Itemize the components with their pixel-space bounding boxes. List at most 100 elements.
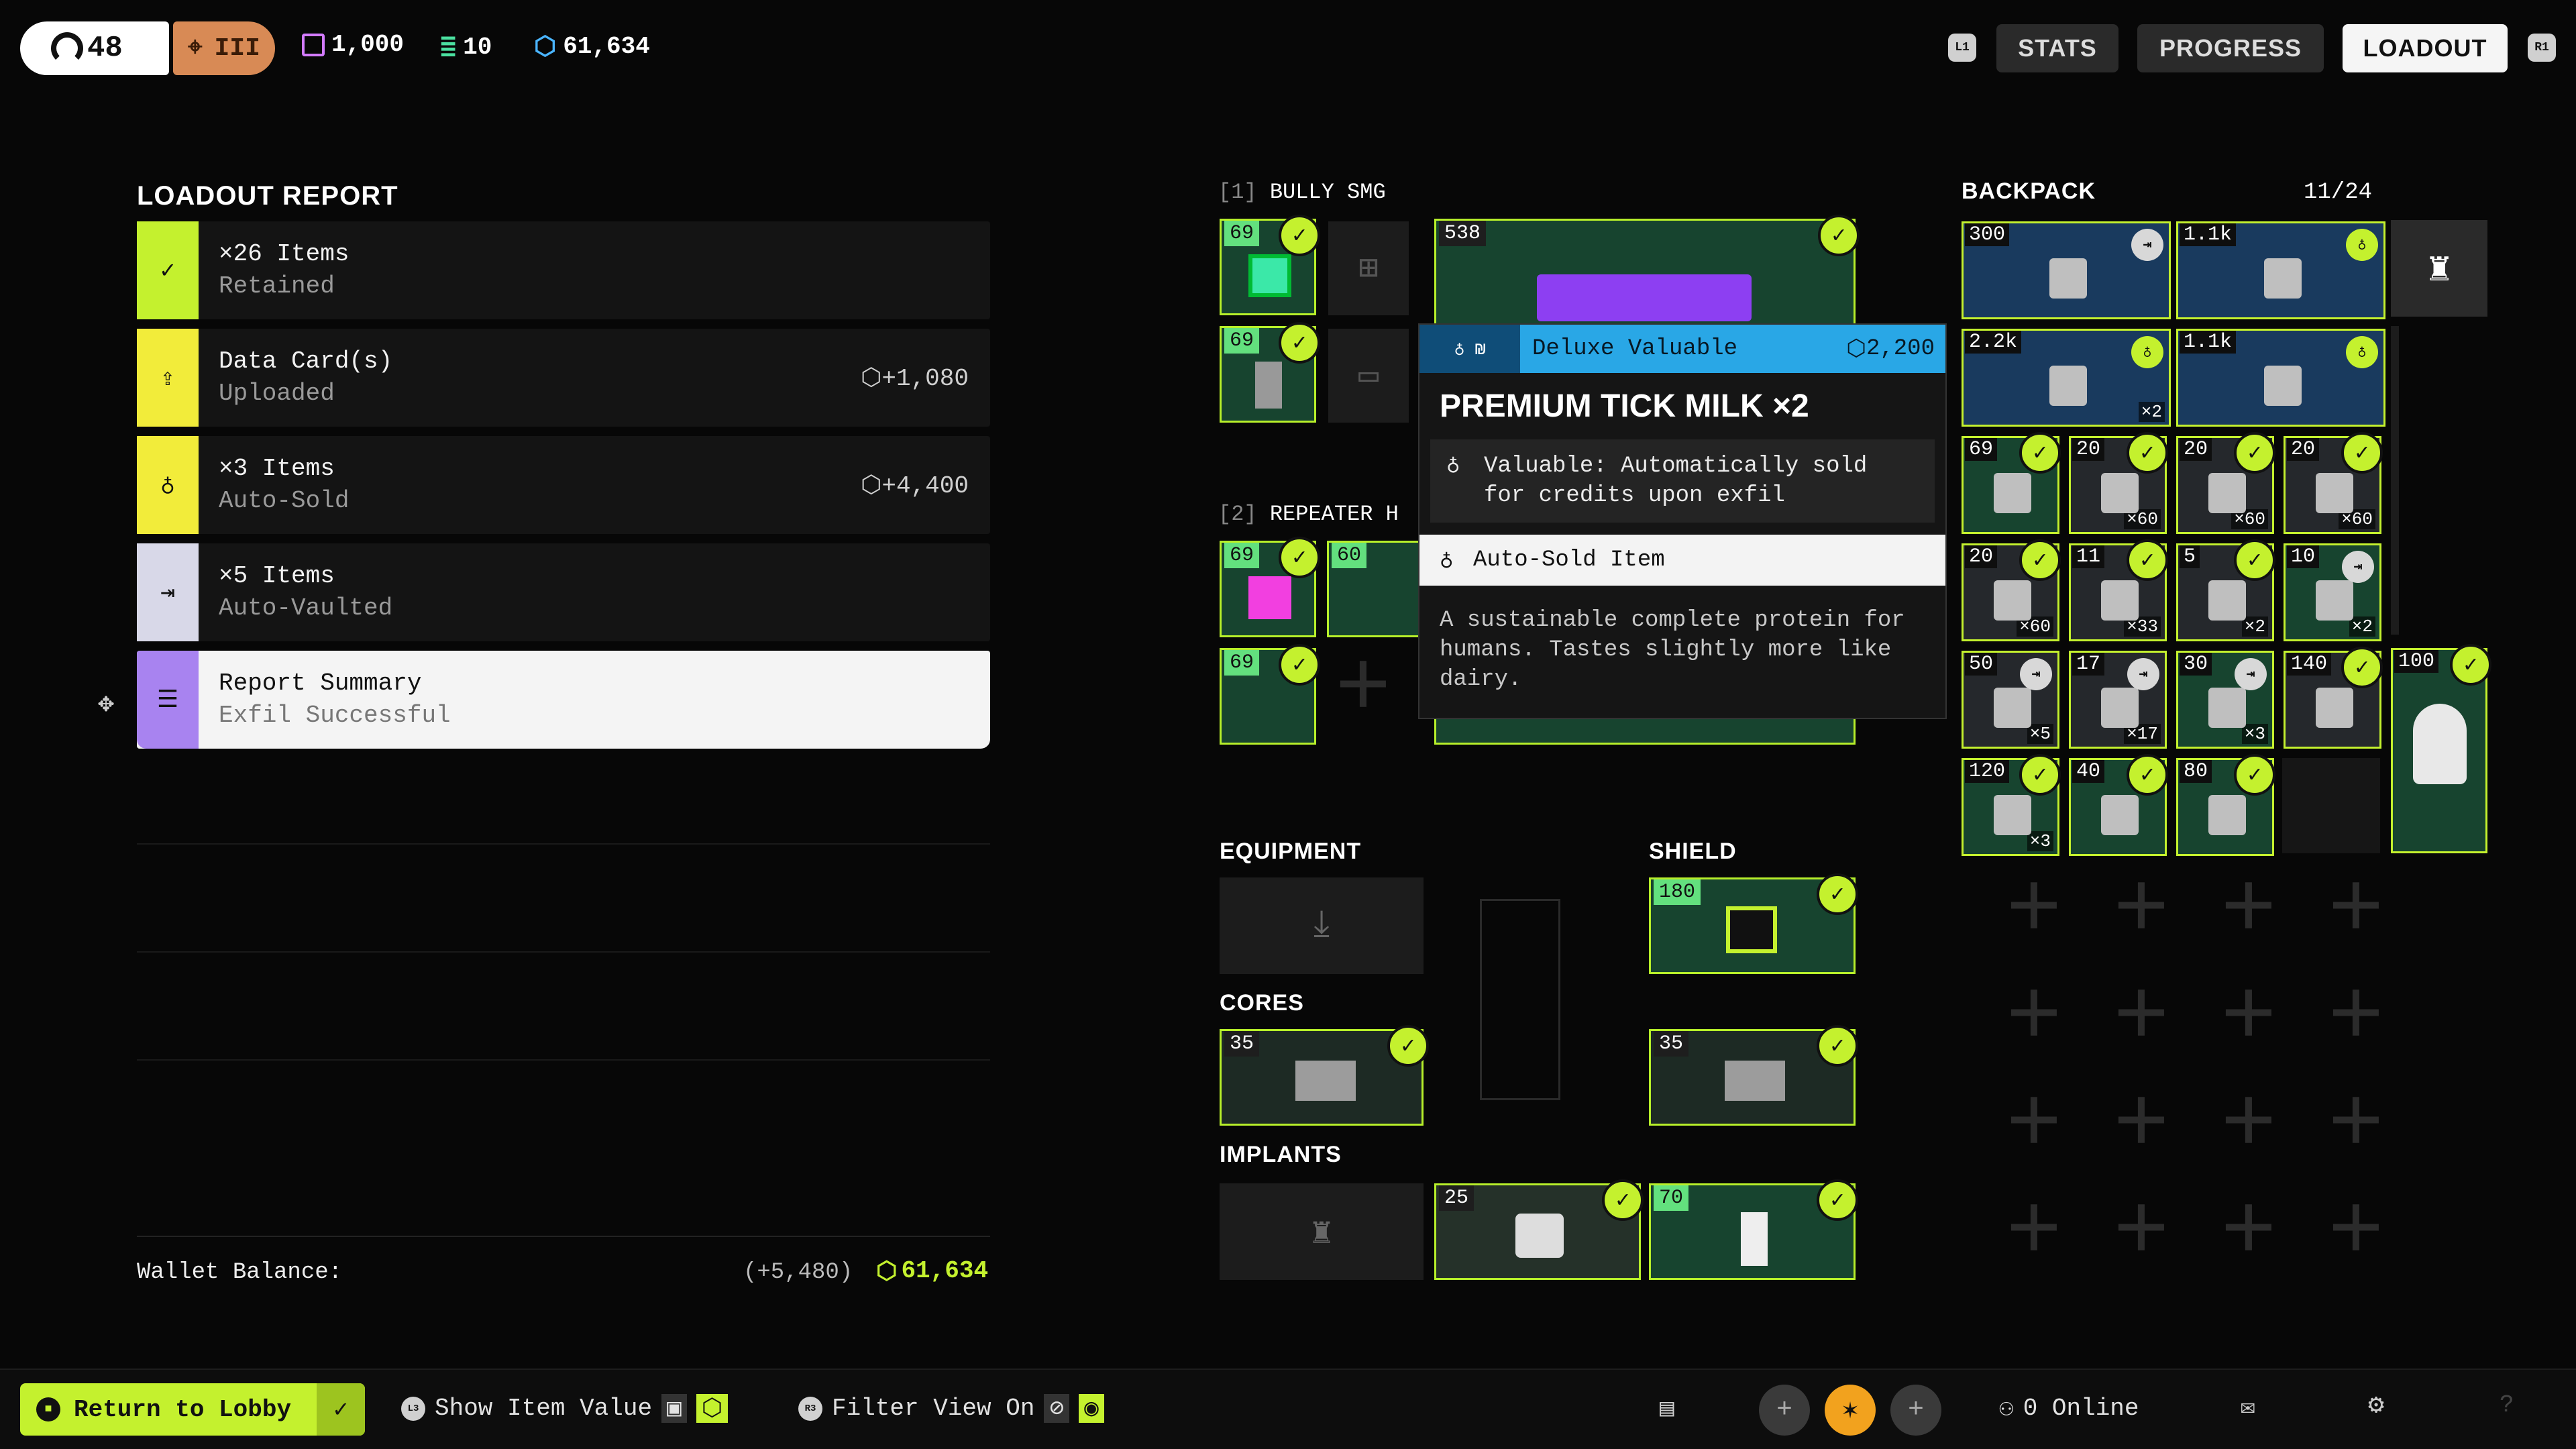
backpack-item-slot[interactable]: 1.1k ♁ xyxy=(2176,221,2385,319)
item-quantity: ×2 xyxy=(2241,616,2268,637)
item-price: 20 xyxy=(2180,438,2212,461)
check-badge-icon: ✓ xyxy=(2341,647,2383,688)
equipment-slot[interactable]: ⤓ xyxy=(1220,877,1424,974)
vault-badge-icon: ⇥ xyxy=(2342,551,2374,583)
empty-backpack-slot[interactable] xyxy=(2282,758,2380,853)
item-price: 120 xyxy=(1965,760,2010,783)
item-icon xyxy=(2316,688,2353,728)
item-price: 69 xyxy=(1224,543,1260,568)
weapon1-name: BULLY SMG xyxy=(1269,180,1386,205)
empty-slot-plus-icon: + xyxy=(2113,859,2170,965)
backpack-item-slot[interactable]: 17 ×17 ⇥ xyxy=(2069,651,2167,749)
backpack-label: BACKPACK xyxy=(1962,178,2096,204)
eye-icon: ◉ xyxy=(1079,1394,1104,1423)
backpack-item-slot[interactable]: 50 ×5 ⇥ xyxy=(1962,651,2059,749)
list-icon: ☰ xyxy=(137,651,199,749)
backpack-character-button[interactable]: ♜ xyxy=(2391,220,2487,317)
item-price: 140 xyxy=(2287,653,2332,676)
check-badge-icon: ✓ xyxy=(2234,432,2275,474)
online-count[interactable]: ⚇ 0 Online xyxy=(1999,1394,2139,1423)
item-icon xyxy=(1994,795,2031,835)
add-party-slot-button[interactable]: + xyxy=(1890,1385,1941,1436)
return-label: Return to Lobby xyxy=(74,1395,292,1424)
report-row-autosold[interactable]: ♁ ×3 Items Auto-Sold ⬡+4,400 xyxy=(137,436,990,534)
check-badge-icon: ✓ xyxy=(1279,537,1320,578)
tooltip-tag: Deluxe Valuable xyxy=(1532,336,1738,362)
backpack-item-slot[interactable]: 30 ×3 ⇥ xyxy=(2176,651,2274,749)
item-quantity: ×3 xyxy=(2241,724,2268,744)
row-subtitle: Uploaded xyxy=(219,380,335,407)
check-badge-icon: ✓ xyxy=(2127,754,2168,796)
item-price: 20 xyxy=(2072,438,2105,461)
check-badge-icon: ✓ xyxy=(1817,1179,1858,1221)
player-avatar[interactable]: ✶ xyxy=(1825,1385,1876,1436)
check-badge-icon: ✓ xyxy=(2019,754,2061,796)
backpack-item-slot[interactable]: 10 ×2 ⇥ xyxy=(2284,543,2381,641)
help-icon[interactable]: ? xyxy=(2500,1391,2514,1419)
item-icon xyxy=(2101,795,2139,835)
tooltip-auto-sold: Auto-Sold Item xyxy=(1473,547,1665,573)
core-cube-icon xyxy=(1725,1061,1785,1101)
item-price: 69 xyxy=(1224,328,1260,354)
mail-icon[interactable]: ✉ xyxy=(2241,1393,2255,1421)
item-price: 20 xyxy=(1965,545,1998,568)
settings-gear-icon[interactable]: ⚙ xyxy=(2368,1389,2384,1421)
show-item-value-toggle[interactable]: L3 Show Item Value ▣ ⬡ xyxy=(401,1394,729,1423)
item-price: 538 xyxy=(1439,221,1487,246)
backpack-scrollbar[interactable] xyxy=(2391,326,2399,635)
add-party-slot-button[interactable]: + xyxy=(1759,1385,1810,1436)
report-row-datacards[interactable]: ⇪ Data Card(s) Uploaded ⬡+1,080 xyxy=(137,329,990,427)
item-price: 1.1k xyxy=(2180,223,2237,246)
item-price: 20 xyxy=(2287,438,2320,461)
weapon2-attachment-slot[interactable]: 60 xyxy=(1327,541,1421,637)
empty-slot-plus-icon: + xyxy=(2328,859,2385,965)
row-subtitle: Auto-Sold xyxy=(219,487,350,515)
tab-stats[interactable]: STATS xyxy=(1996,24,2118,72)
credits-icon: ⬡ xyxy=(860,472,882,500)
item-quantity: ×2 xyxy=(2138,402,2165,422)
tab-loadout[interactable]: LOADOUT xyxy=(2343,24,2508,72)
check-badge-icon: ✓ xyxy=(2450,644,2491,686)
vault-icon: ⇥ xyxy=(137,543,199,641)
player-level: 48 xyxy=(87,32,123,65)
backpack-item-slot[interactable]: 300 ⇥ xyxy=(1962,221,2171,319)
backpack-item-slot[interactable]: 2.2k ×2 ♁ xyxy=(1962,329,2171,427)
item-icon xyxy=(1994,580,2031,621)
body-silhouette-icon xyxy=(1480,899,1560,1100)
item-tooltip: ♁ ₪ Deluxe Valuable ⬡ 2,200 PREMIUM TICK MI… xyxy=(1418,323,1947,719)
empty-slot-plus-icon: + xyxy=(2006,1073,2063,1180)
item-price: 69 xyxy=(1224,650,1260,676)
item-quantity: ×2 xyxy=(2349,616,2375,637)
tooltip-valuable-text: Valuable: Automatically sold for credits… xyxy=(1484,453,1868,508)
coin-icon: ♁ xyxy=(137,436,199,534)
friends-icon: ⚇ xyxy=(1999,1395,2014,1423)
empty-slot-plus-icon: + xyxy=(2113,966,2170,1073)
row-title: ×5 Items xyxy=(219,562,335,590)
filter-view-toggle[interactable]: R3 Filter View On ⊘ ◉ xyxy=(798,1394,1104,1423)
return-to-lobby-button[interactable]: ■ Return to Lobby ✓ xyxy=(20,1383,365,1436)
report-row-autovaulted[interactable]: ⇥ ×5 Items Auto-Vaulted xyxy=(137,543,990,641)
cores-label: CORES xyxy=(1220,990,1304,1016)
report-row-retained[interactable]: ✓ ×26 Items Retained xyxy=(137,221,990,319)
empty-slot-plus-icon: + xyxy=(2006,859,2063,965)
item-price: 100 xyxy=(2394,650,2439,673)
item-price: 69 xyxy=(1224,221,1260,246)
check-badge-icon: ✓ xyxy=(2019,539,2061,581)
item-price: 2.2k xyxy=(1965,331,2022,354)
item-icon xyxy=(2208,580,2246,621)
row-title: ×3 Items xyxy=(219,455,335,482)
tab-progress[interactable]: PROGRESS xyxy=(2137,24,2324,72)
empty-attachment-slot[interactable]: ▭ xyxy=(1328,329,1409,423)
item-icon xyxy=(2101,473,2139,513)
empty-slot-plus-icon: + xyxy=(2328,1073,2385,1180)
cursor-icon: ✥ xyxy=(98,690,115,720)
empty-slot-plus-icon: + xyxy=(2113,1181,2170,1287)
coin-icon: ♁ xyxy=(1446,453,1460,479)
empty-attachment-slot[interactable]: ⊞ xyxy=(1328,221,1409,315)
implant-slot-empty[interactable]: ♜ xyxy=(1220,1183,1424,1280)
backpack-item-slot[interactable]: 1.1k ♁ xyxy=(2176,329,2385,427)
currency-credits: ⬡ 61,634 xyxy=(534,31,650,62)
chat-icon[interactable]: ▤ xyxy=(1660,1394,1674,1423)
report-row-summary[interactable]: ☰ Report Summary Exfil Successful xyxy=(137,651,990,749)
bottom-bar xyxy=(0,1368,2576,1449)
